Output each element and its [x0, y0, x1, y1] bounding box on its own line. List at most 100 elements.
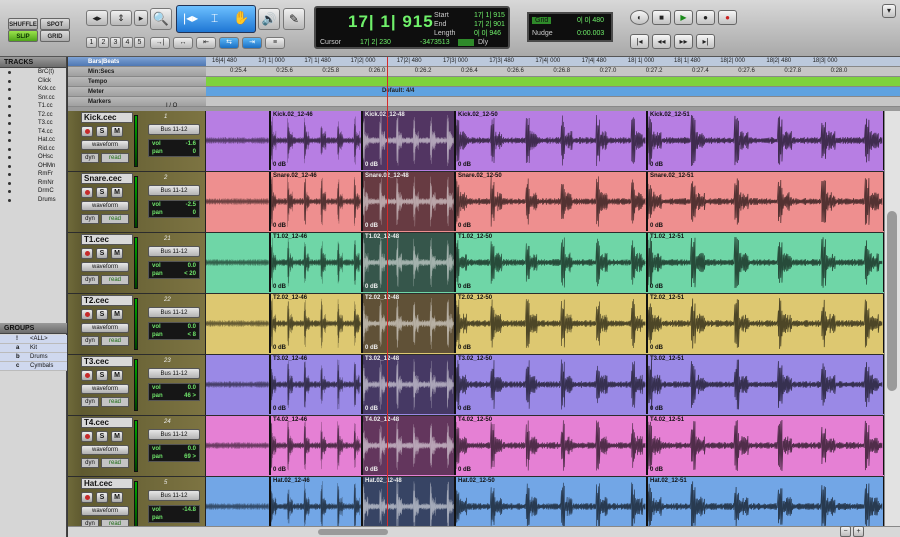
zoom-preset-5[interactable]: 5	[134, 37, 145, 48]
zoom-out-icon[interactable]: −	[840, 526, 851, 537]
vol-pan-display[interactable]: vol 0.0 pan < 20	[148, 261, 200, 279]
main-counter-value[interactable]: 17| 1| 915	[348, 12, 434, 32]
tracks-list-item[interactable]: BrC(t)	[0, 68, 66, 77]
slip-mode-button[interactable]: SLIP	[8, 30, 38, 42]
vertical-scroll-thumb[interactable]	[887, 211, 897, 391]
audio-clip[interactable]: Snare.02_12-51 0 dB	[647, 172, 884, 231]
clip-empty-region[interactable]	[206, 355, 270, 414]
vol-pan-display[interactable]: vol 0.0 pan 69 >	[148, 444, 200, 462]
zoom-track-icon[interactable]: ⇕	[110, 10, 132, 26]
zoom-waveform-icon[interactable]: ◂▸	[86, 10, 108, 26]
return-to-zero-icon[interactable]: |◂	[630, 34, 649, 49]
fast-forward-icon[interactable]: ●	[696, 10, 715, 25]
dyn-button[interactable]: dyn	[81, 397, 99, 407]
clip-gain[interactable]: 0 dB	[273, 223, 286, 229]
online-icon[interactable]: ◐	[630, 10, 649, 25]
tracks-list-item[interactable]: T1.cc	[0, 102, 66, 111]
tracks-list-item[interactable]: T4.cc	[0, 128, 66, 137]
tracks-panel-header[interactable]: TRACKS	[0, 57, 66, 68]
track-lane[interactable]: Snare.02_12-460 dBSnare.02_12-480 dB Snar…	[206, 172, 884, 232]
link-timeline-icon[interactable]: ⇤	[196, 37, 216, 49]
horizontal-scroll-thumb[interactable]	[318, 529, 388, 535]
clip-gain[interactable]: 0 dB	[365, 162, 378, 168]
solo-button[interactable]: S	[96, 248, 108, 259]
mute-button[interactable]: M	[111, 370, 123, 381]
clip-gain[interactable]: 0 dB	[273, 345, 286, 351]
tracks-list-item[interactable]: Kck.cc	[0, 85, 66, 94]
record-enable-icon[interactable]	[81, 309, 93, 320]
insertion-follows-playback-icon[interactable]: ⇥	[242, 37, 262, 49]
forward-icon[interactable]: ▸▸	[674, 34, 693, 49]
output-selector[interactable]: Bus 11-12	[148, 185, 200, 196]
mute-button[interactable]: M	[111, 492, 123, 503]
track-name[interactable]: T2.cec	[81, 295, 133, 306]
tracks-list-item[interactable]: Click	[0, 77, 66, 86]
track-view-selector[interactable]: waveform	[81, 506, 129, 516]
ruler-meter[interactable]: Meter	[68, 87, 206, 97]
group-item[interactable]: ! <ALL>	[0, 335, 67, 344]
solo-button[interactable]: S	[96, 431, 108, 442]
tracks-list-item[interactable]: Snr.cc	[0, 94, 66, 103]
record-enable-icon[interactable]	[81, 431, 93, 442]
audio-clip[interactable]: Hat.02_12-48	[362, 477, 455, 526]
dyn-button[interactable]: dyn	[81, 458, 99, 468]
clip-gain[interactable]: 0 dB	[365, 223, 378, 229]
tab-to-transient-icon[interactable]: →|	[150, 37, 170, 49]
mute-button[interactable]: M	[111, 248, 123, 259]
nudge-value[interactable]: 0:00.003	[577, 30, 604, 37]
audio-clip[interactable]: Kick.02_12-51 0 dB	[647, 111, 884, 170]
vol-value[interactable]: -1.6	[186, 141, 196, 147]
audio-clip[interactable]: T1.02_12-51 0 dB	[647, 233, 884, 292]
clip-gain[interactable]: 0 dB	[273, 467, 286, 473]
vol-pan-display[interactable]: vol -1.6 pan 0	[148, 139, 200, 157]
track-lane[interactable]: T4.02_12-46 0 dB T4.02_12-48 0 dB T4.02_12-5…	[206, 416, 884, 476]
clip-gain[interactable]: 0 dB	[365, 284, 378, 290]
shuffle-mode-button[interactable]: SHUFFLE	[8, 18, 38, 30]
audio-clip[interactable]: T4.02_12-46 0 dB	[270, 416, 362, 475]
output-selector[interactable]: Bus 11-12	[148, 368, 200, 379]
zoom-in-h-icon[interactable]: +	[853, 526, 864, 537]
clip-gain[interactable]: 0 dB	[458, 162, 471, 168]
audio-clip[interactable]: T3.02_12-51 0 dB	[647, 355, 884, 414]
tracks-list-item[interactable]: RmNr	[0, 179, 66, 188]
audio-clip[interactable]: T3.02_12-48 0 dB	[362, 355, 455, 414]
record-enable-icon[interactable]	[81, 248, 93, 259]
record-enable-icon[interactable]	[81, 370, 93, 381]
audio-clip[interactable]: Hat.02_12-46	[270, 477, 362, 526]
selector-tool-icon[interactable]: ⌶	[211, 11, 218, 26]
output-selector[interactable]: Bus 11-12	[148, 490, 200, 501]
track-lane[interactable]: T2.02_12-46 0 dB T2.02_12-48 0 dB T2.02_12-5…	[206, 294, 884, 354]
audio-clip[interactable]: T2.02_12-46 0 dB	[270, 294, 362, 353]
pan-value[interactable]: < 8	[187, 332, 196, 338]
track-lane[interactable]: Hat.02_12-46 Hat.02_12-48 Hat.02_12-50 Hat.…	[206, 477, 884, 526]
groups-panel-header[interactable]: GROUPS	[0, 323, 67, 334]
scrubber-tool-icon[interactable]: 🔊	[258, 8, 280, 30]
audio-clip[interactable]: Kick.02_12-48 0 dB	[362, 111, 455, 170]
vol-value[interactable]: -2.5	[186, 202, 196, 208]
go-to-end-icon[interactable]: ▸|	[696, 34, 715, 49]
record-enable-icon[interactable]	[81, 492, 93, 503]
track-name[interactable]: Kick.cec	[81, 112, 133, 123]
tracks-list-item[interactable]: T3.cc	[0, 119, 66, 128]
vol-pan-display[interactable]: vol -14.8 pan	[148, 505, 200, 523]
tracks-list-item[interactable]: RmFr	[0, 170, 66, 179]
clip-empty-region[interactable]	[206, 416, 270, 475]
clip-gain[interactable]: 0 dB	[365, 467, 378, 473]
audio-clip[interactable]: Snare.02_12-480 dB	[362, 172, 455, 231]
clip-gain[interactable]: 0 dB	[650, 223, 663, 229]
nudge-label[interactable]: Nudge	[532, 30, 553, 37]
clip-gain[interactable]: 0 dB	[650, 467, 663, 473]
audio-clip[interactable]: Snare.02_12-46 0 dB	[270, 172, 362, 231]
keyboard-focus-icon[interactable]: ≡	[265, 37, 285, 49]
automation-mode-selector[interactable]: read	[101, 275, 129, 285]
clip-empty-region[interactable]	[206, 172, 270, 231]
track-name[interactable]: T4.cec	[81, 417, 133, 428]
dly-indicator[interactable]	[458, 39, 474, 46]
length-value[interactable]: 0| 0| 946	[474, 30, 501, 37]
grid-mode-button[interactable]: GRID	[40, 30, 70, 42]
mute-button[interactable]: M	[111, 309, 123, 320]
audio-clip[interactable]: T2.02_12-51 0 dB	[647, 294, 884, 353]
clip-gain[interactable]: 0 dB	[650, 284, 663, 290]
clip-gain[interactable]: 0 dB	[273, 284, 286, 290]
audio-clip[interactable]: Hat.02_12-50	[455, 477, 647, 526]
